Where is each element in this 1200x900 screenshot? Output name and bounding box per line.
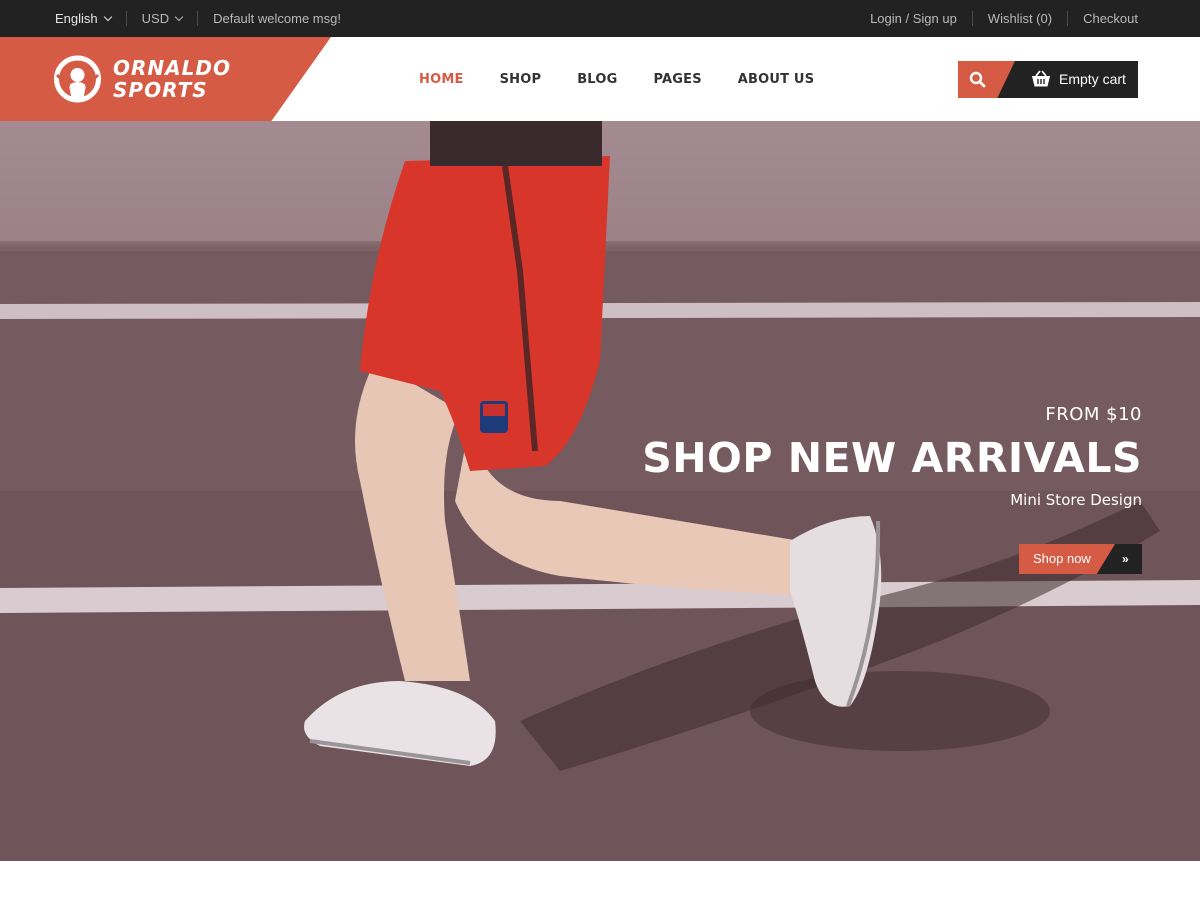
main-nav: HOME SHOP BLOG PAGES ABOUT US xyxy=(419,37,814,121)
currency-selector[interactable]: USD xyxy=(141,11,184,26)
hero-price-line: FROM $10 xyxy=(1045,404,1142,425)
top-bar-left: English USD Default welcome msg! xyxy=(55,0,341,37)
login-link[interactable]: Login / Sign up xyxy=(870,11,957,26)
divider xyxy=(971,11,973,26)
logo-line-2: SPORTS xyxy=(113,78,208,102)
wishlist-link[interactable]: Wishlist (0) xyxy=(988,11,1052,26)
currency-label: USD xyxy=(141,11,170,26)
divider xyxy=(197,11,199,26)
nav-pages[interactable]: PAGES xyxy=(653,72,701,87)
search-icon xyxy=(969,71,986,88)
chevron-down-icon xyxy=(103,12,112,21)
checkout-link[interactable]: Checkout xyxy=(1083,11,1138,26)
site-header: ORNALDO SPORTS HOME SHOP BLOG PAGES ABOU… xyxy=(0,37,1200,121)
shop-now-label: Shop now xyxy=(1033,551,1091,566)
hero-banner: FROM $10 SHOP NEW ARRIVALS Mini Store De… xyxy=(0,121,1200,861)
chevron-down-icon xyxy=(174,12,184,21)
language-label: English xyxy=(55,11,98,26)
hero-subline: Mini Store Design xyxy=(1010,491,1142,509)
double-chevron-right-icon: » xyxy=(1122,552,1129,566)
welcome-message: Default welcome msg! xyxy=(213,11,341,26)
cart-icon xyxy=(1032,70,1050,87)
cart-label: Empty cart xyxy=(1059,71,1126,87)
nav-blog[interactable]: BLOG xyxy=(577,72,617,87)
divider xyxy=(1067,11,1069,26)
logo-line-1: ORNALDO xyxy=(113,56,231,80)
language-selector[interactable]: English xyxy=(55,11,112,26)
header-actions: Empty cart xyxy=(958,61,1138,98)
divider xyxy=(125,11,127,26)
logo-mark[interactable] xyxy=(53,55,102,103)
logo-text[interactable]: ORNALDO SPORTS xyxy=(113,57,231,101)
hero-headline: SHOP NEW ARRIVALS xyxy=(642,434,1142,482)
nav-home[interactable]: HOME xyxy=(419,72,464,87)
nav-shop[interactable]: SHOP xyxy=(500,72,542,87)
top-bar: English USD Default welcome msg! Login /… xyxy=(0,0,1200,37)
top-bar-right: Login / Sign up Wishlist (0) Checkout xyxy=(870,0,1138,37)
nav-about-us[interactable]: ABOUT US xyxy=(738,72,815,87)
shop-now-button[interactable]: Shop now » xyxy=(1019,544,1142,574)
